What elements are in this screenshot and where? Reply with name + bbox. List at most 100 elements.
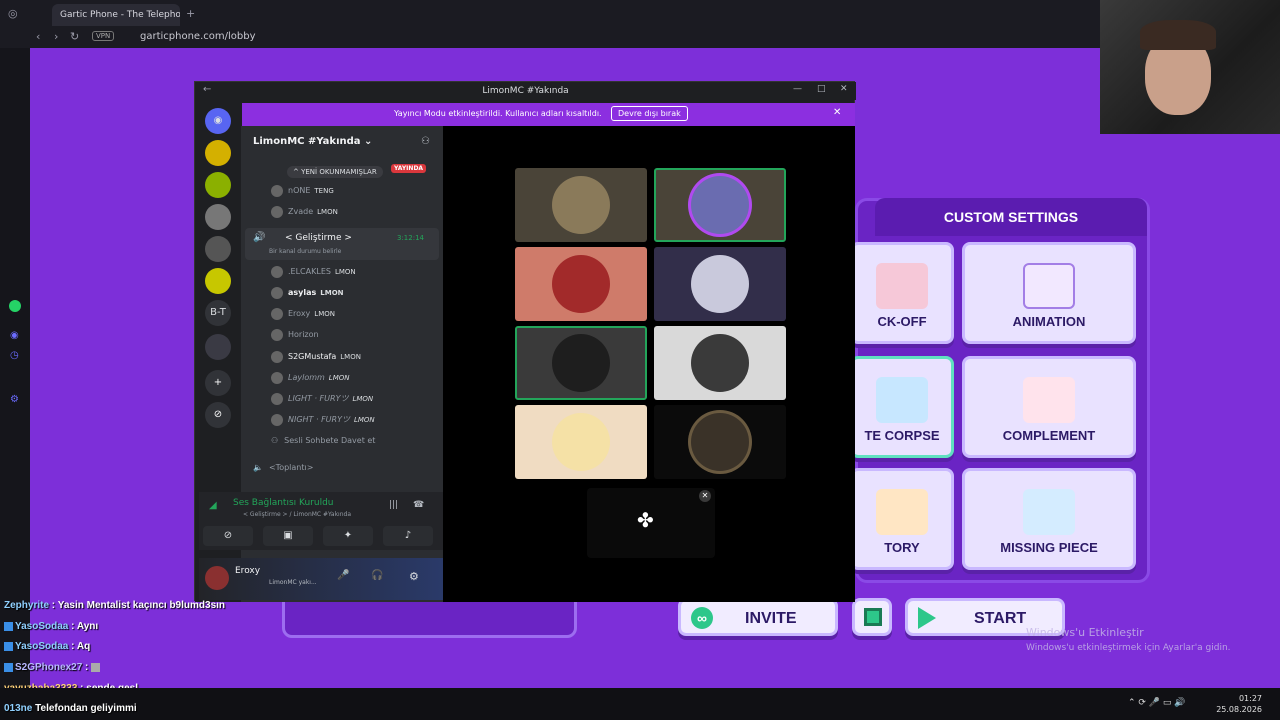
user-avatar[interactable] xyxy=(205,566,229,590)
server-folder-icon[interactable] xyxy=(205,334,231,360)
new-tab-icon[interactable]: + xyxy=(186,7,195,20)
back-arrow-icon[interactable]: ← xyxy=(203,84,211,95)
server-icon[interactable] xyxy=(205,172,231,198)
screen-share-button[interactable]: ▣ xyxy=(263,526,313,546)
url-field[interactable]: garticphone.com/lobby xyxy=(140,31,256,42)
avatar xyxy=(271,265,283,278)
voice-member[interactable]: asylas LMON xyxy=(271,286,344,300)
participant-tile-speaking[interactable] xyxy=(515,326,647,400)
avatar xyxy=(271,371,283,384)
whatsapp-icon[interactable] xyxy=(9,300,21,312)
camera-off-button[interactable]: ⊘ xyxy=(203,526,253,546)
mode-exquisite-corpse[interactable]: TE CORPSE xyxy=(850,356,954,458)
voice-connection-panel: ◢ Ses Bağlantısı Kuruldu < Geliştirme > … xyxy=(199,492,445,550)
participant-avatar xyxy=(691,255,749,313)
windows-taskbar xyxy=(0,688,1280,720)
settings-icon[interactable]: ⚙ xyxy=(10,394,19,405)
avatar xyxy=(271,392,283,405)
voice-member[interactable]: LIGHT · FURYツ LMON xyxy=(271,392,373,406)
mode-animation[interactable]: ANIMATION xyxy=(962,242,1136,344)
mode-missing-piece[interactable]: MISSING PIECE xyxy=(962,468,1136,570)
server-icon[interactable] xyxy=(205,204,231,230)
headphones-icon[interactable]: 🎧 xyxy=(371,570,383,581)
speaker-icon: 🔊 xyxy=(253,232,266,243)
close-activity-icon[interactable]: ✕ xyxy=(699,490,711,502)
invite-to-voice[interactable]: ⚇ Sesli Sohbete Davet et xyxy=(271,434,375,448)
server-initials[interactable]: B-T xyxy=(205,300,231,326)
mode-complement[interactable]: COMPLEMENT xyxy=(962,356,1136,458)
new-unreads-pill[interactable]: ^ YENİ OKUNMAMIŞLAR xyxy=(287,166,383,178)
participant-tile-speaking[interactable] xyxy=(654,168,786,242)
participant-avatar xyxy=(691,413,749,471)
tray-icons[interactable]: ⌃ ⟳ 🎤 ▭ 🔊 xyxy=(1128,698,1185,708)
participant-tile[interactable] xyxy=(515,168,647,242)
mode-story[interactable]: TORY xyxy=(850,468,954,570)
voice-member[interactable]: .ELCAKLES LMON xyxy=(271,265,356,279)
maximize-icon[interactable]: □ xyxy=(817,84,826,94)
taskbar-clock[interactable]: 01:27 25.08.2026 xyxy=(1216,693,1262,715)
voice-member[interactable]: Horizon xyxy=(271,328,319,342)
participant-tile[interactable] xyxy=(515,247,647,321)
voice-member[interactable]: NIGHT · FURYツ LMON xyxy=(271,413,375,427)
badge-icon xyxy=(4,662,13,672)
browser-tab[interactable]: Gartic Phone - The Telephone xyxy=(52,4,180,26)
participant-tile[interactable] xyxy=(654,326,786,400)
participant-tile[interactable] xyxy=(654,247,786,321)
avatar xyxy=(271,328,283,341)
activity-tile[interactable]: ✤ xyxy=(587,488,715,558)
link-icon: ∞ xyxy=(691,607,713,629)
disable-streamer-mode-button[interactable]: Devre dışı bırak xyxy=(611,106,688,121)
back-icon[interactable]: ‹ xyxy=(36,30,40,43)
voice-member[interactable]: S2GMustafa LMON xyxy=(271,350,361,364)
discord-window: LimonMC #Yakında ← — □ ✕ Yayıncı Modu et… xyxy=(194,81,856,602)
chat-message: YasoSodaa : Aynı xyxy=(4,621,98,632)
minimize-icon[interactable]: — xyxy=(793,84,802,94)
soundboard-button[interactable]: ♪ xyxy=(383,526,433,546)
server-icon[interactable] xyxy=(205,236,231,262)
activities-button[interactable]: ✦ xyxy=(323,526,373,546)
chat-message: Zephyrite : Yasin Mentalist kaçıncı b9lu… xyxy=(4,600,226,611)
forward-icon[interactable]: › xyxy=(54,30,58,43)
voice-member[interactable]: nONE TENG xyxy=(271,184,334,198)
server-icon[interactable] xyxy=(205,140,231,166)
disconnect-icon[interactable]: ☎ xyxy=(413,500,424,510)
close-icon[interactable]: ✕ xyxy=(840,84,848,94)
add-server-icon[interactable]: + xyxy=(205,370,231,396)
voice-member[interactable]: Zvade LMON xyxy=(271,205,338,219)
emote-icon xyxy=(91,662,101,672)
microphone-icon[interactable]: 🎤 xyxy=(337,570,349,581)
voice-member[interactable]: Eroxy LMON xyxy=(271,307,335,321)
qr-code-button[interactable] xyxy=(852,598,892,636)
signal-icon: ◢ xyxy=(209,500,217,511)
server-name-header[interactable]: LimonMC #Yakında ⌄ xyxy=(253,136,372,147)
user-settings-icon[interactable]: ⚙ xyxy=(409,570,419,583)
add-member-icon[interactable]: ⚇ xyxy=(421,136,430,147)
discord-home-icon[interactable]: ◉ xyxy=(205,108,231,134)
active-voice-channel[interactable]: 🔊 < Geliştirme > 3:12:14 Bir kanal durum… xyxy=(245,228,439,260)
voice-channel-toplanti[interactable]: 🔈 <Toplantı> xyxy=(253,461,313,475)
avatar xyxy=(271,184,283,197)
invite-button[interactable]: ∞ INVITE xyxy=(678,598,838,636)
voice-video-grid: ✤ ✕ xyxy=(443,126,855,602)
participant-tile[interactable] xyxy=(654,405,786,479)
explore-icon[interactable]: ⊘ xyxy=(205,402,231,428)
noise-suppression-icon[interactable]: ||| xyxy=(389,500,398,510)
server-icon[interactable] xyxy=(205,268,231,294)
mode-kick-off[interactable]: CK-OFF xyxy=(850,242,954,344)
kick-off-icon xyxy=(876,263,928,309)
missing-piece-icon xyxy=(1023,489,1075,535)
avatar xyxy=(271,307,283,320)
participant-tile[interactable] xyxy=(515,405,647,479)
avatar xyxy=(271,205,283,218)
voice-member[interactable]: Laylomm LMON xyxy=(271,371,349,385)
participant-avatar xyxy=(552,255,610,313)
history-icon[interactable]: ◷ xyxy=(10,350,19,361)
tab-custom-settings[interactable]: CUSTOM SETTINGS xyxy=(875,198,1147,236)
browser-sidebar: ◉ ◷ ⚙ xyxy=(0,48,30,688)
browser-logo-icon[interactable]: ◎ xyxy=(8,7,18,20)
reload-icon[interactable]: ↻ xyxy=(70,30,79,43)
vpn-badge[interactable]: VPN xyxy=(92,31,115,41)
close-banner-icon[interactable]: ✕ xyxy=(833,107,841,118)
send-icon[interactable]: ◉ xyxy=(10,330,19,341)
participant-avatar xyxy=(552,176,610,234)
